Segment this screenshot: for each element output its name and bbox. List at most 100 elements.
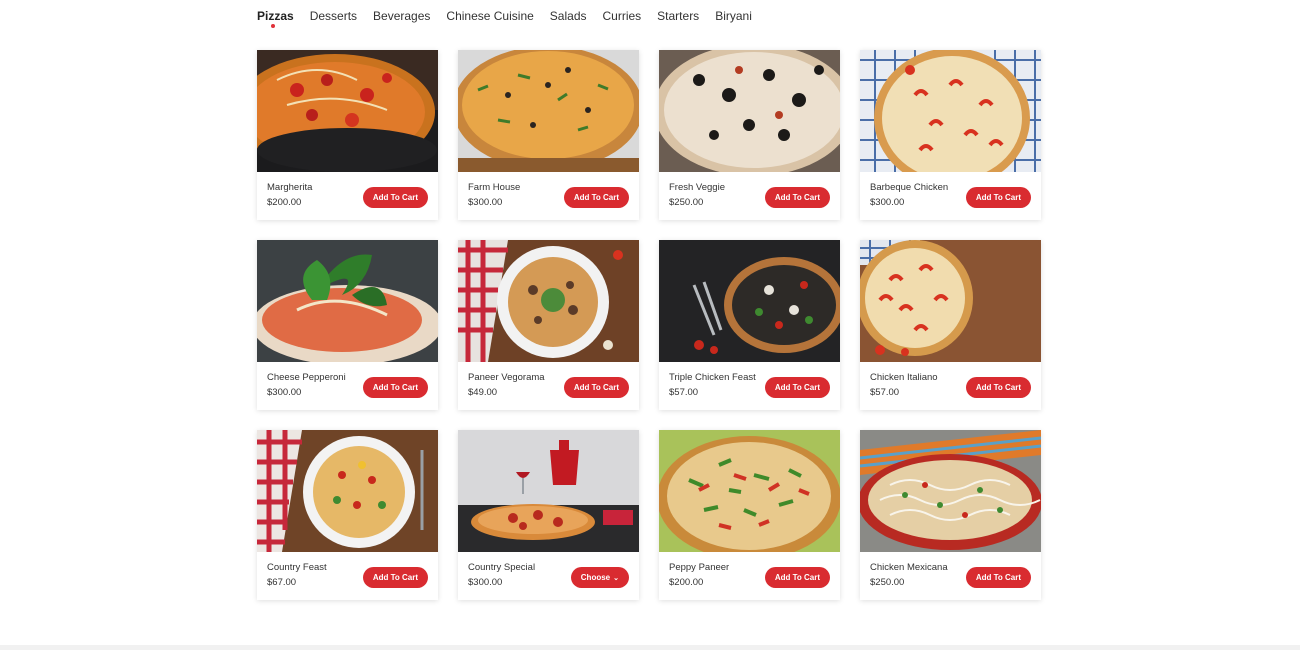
product-image[interactable] [860, 50, 1041, 172]
chevron-down-icon: ⌄ [613, 575, 619, 582]
product-image[interactable] [860, 240, 1041, 362]
product-info: Paneer Vegorama $49.00 [468, 371, 563, 399]
add-to-cart-button[interactable]: Add To Cart [965, 567, 1031, 588]
product-price: $49.00 [468, 387, 498, 398]
tab-label: Pizzas [257, 9, 294, 23]
product-info: Peppy Paneer $200.00 [669, 561, 764, 589]
tab-beverages[interactable]: Beverages [373, 8, 430, 29]
tab-desserts[interactable]: Desserts [310, 8, 357, 29]
product-card[interactable]: Fresh Veggie $250.00 Add To Cart [659, 50, 840, 220]
tab-salads[interactable]: Salads [550, 8, 587, 29]
tab-label: Chinese Cuisine [446, 9, 534, 23]
button-label: Add To Cart [372, 383, 418, 392]
product-name[interactable]: Country Special [468, 561, 563, 574]
product-name[interactable]: Fresh Veggie [669, 181, 764, 194]
tab-label: Starters [657, 9, 700, 23]
product-image[interactable] [659, 50, 840, 172]
product-info: Barbeque Chicken $300.00 [870, 181, 965, 209]
tab-label: Curries [602, 9, 642, 23]
add-to-cart-button[interactable]: Add To Cart [965, 377, 1031, 398]
product-price: $250.00 [870, 577, 905, 588]
product-price: $57.00 [870, 387, 900, 398]
add-to-cart-button[interactable]: Add To Cart [764, 187, 830, 208]
product-name[interactable]: Farm House [468, 181, 563, 194]
button-label: Add To Cart [573, 383, 619, 392]
product-card[interactable]: Chicken Italiano $57.00 Add To Cart [860, 240, 1041, 410]
product-info: Country Feast $67.00 [267, 561, 362, 589]
product-card[interactable]: Cheese Pepperoni $300.00 Add To Cart [257, 240, 438, 410]
product-name[interactable]: Country Feast [267, 561, 362, 574]
footer-divider [0, 645, 1300, 650]
product-info: Fresh Veggie $250.00 [669, 181, 764, 209]
product-card[interactable]: Barbeque Chicken $300.00 Add To Cart [860, 50, 1041, 220]
product-image[interactable] [257, 430, 438, 552]
add-to-cart-button[interactable]: Add To Cart [563, 377, 629, 398]
add-to-cart-button[interactable]: Add To Cart [965, 187, 1031, 208]
product-info: Triple Chicken Feast $57.00 [669, 371, 764, 399]
tab-starters[interactable]: Starters [657, 8, 699, 29]
button-label: Choose [580, 573, 611, 582]
product-price: $300.00 [468, 577, 503, 588]
product-card[interactable]: Farm House $300.00 Add To Cart [458, 50, 639, 220]
choose-options-button[interactable]: Choose ⌄ [570, 567, 629, 588]
button-label: Add To Cart [975, 573, 1021, 582]
tab-label: Desserts [309, 9, 358, 23]
tab-chinese-cuisine[interactable]: Chinese Cuisine [446, 8, 533, 29]
button-label: Add To Cart [774, 193, 820, 202]
product-name[interactable]: Chicken Mexicana [870, 561, 965, 574]
product-card[interactable]: Peppy Paneer $200.00 Add To Cart [659, 430, 840, 600]
product-card[interactable]: Triple Chicken Feast $57.00 Add To Cart [659, 240, 840, 410]
product-card[interactable]: Country Feast $67.00 Add To Cart [257, 430, 438, 600]
product-image[interactable] [458, 50, 639, 172]
button-label: Add To Cart [975, 383, 1021, 392]
add-to-cart-button[interactable]: Add To Cart [362, 567, 428, 588]
add-to-cart-button[interactable]: Add To Cart [764, 567, 830, 588]
category-tabs: Pizzas Desserts Beverages Chinese Cuisin… [257, 8, 768, 29]
product-name[interactable]: Margherita [267, 181, 362, 194]
product-info: Cheese Pepperoni $300.00 [267, 371, 362, 399]
product-image[interactable] [659, 430, 840, 552]
button-label: Add To Cart [975, 193, 1021, 202]
product-name[interactable]: Cheese Pepperoni [267, 371, 362, 384]
tab-biryani[interactable]: Biryani [715, 8, 752, 29]
product-name[interactable]: Chicken Italiano [870, 371, 965, 384]
product-info: Chicken Italiano $57.00 [870, 371, 965, 399]
add-to-cart-button[interactable]: Add To Cart [362, 187, 428, 208]
button-label: Add To Cart [774, 383, 820, 392]
product-price: $67.00 [267, 577, 297, 588]
button-label: Add To Cart [573, 193, 619, 202]
add-to-cart-button[interactable]: Add To Cart [563, 187, 629, 208]
product-info: Margherita $200.00 [267, 181, 362, 209]
product-price: $250.00 [669, 197, 704, 208]
product-price: $200.00 [267, 197, 302, 208]
product-name[interactable]: Triple Chicken Feast [669, 371, 764, 384]
tab-label: Biryani [715, 9, 752, 23]
button-label: Add To Cart [372, 193, 418, 202]
product-price: $300.00 [267, 387, 302, 398]
product-image[interactable] [458, 430, 639, 552]
product-name[interactable]: Peppy Paneer [669, 561, 764, 574]
product-image[interactable] [257, 240, 438, 362]
product-grid: Margherita $200.00 Add To Cart Farm Hous… [257, 50, 1041, 600]
product-info: Chicken Mexicana $250.00 [870, 561, 965, 589]
product-card[interactable]: Chicken Mexicana $250.00 Add To Cart [860, 430, 1041, 600]
tab-curries[interactable]: Curries [603, 8, 642, 29]
add-to-cart-button[interactable]: Add To Cart [764, 377, 830, 398]
tab-label: Beverages [373, 9, 431, 23]
product-image[interactable] [458, 240, 639, 362]
button-label: Add To Cart [372, 573, 418, 582]
product-card[interactable]: Margherita $200.00 Add To Cart [257, 50, 438, 220]
product-price: $57.00 [669, 387, 699, 398]
product-name[interactable]: Barbeque Chicken [870, 181, 965, 194]
product-info: Country Special $300.00 [468, 561, 563, 589]
product-image[interactable] [257, 50, 438, 172]
product-image[interactable] [659, 240, 840, 362]
add-to-cart-button[interactable]: Add To Cart [362, 377, 428, 398]
product-card[interactable]: Country Special $300.00 Choose ⌄ [458, 430, 639, 600]
tab-pizzas[interactable]: Pizzas [257, 8, 294, 29]
product-name[interactable]: Paneer Vegorama [468, 371, 563, 384]
product-image[interactable] [860, 430, 1041, 552]
product-card[interactable]: Paneer Vegorama $49.00 Add To Cart [458, 240, 639, 410]
product-price: $300.00 [468, 197, 503, 208]
tab-label: Salads [549, 9, 587, 23]
